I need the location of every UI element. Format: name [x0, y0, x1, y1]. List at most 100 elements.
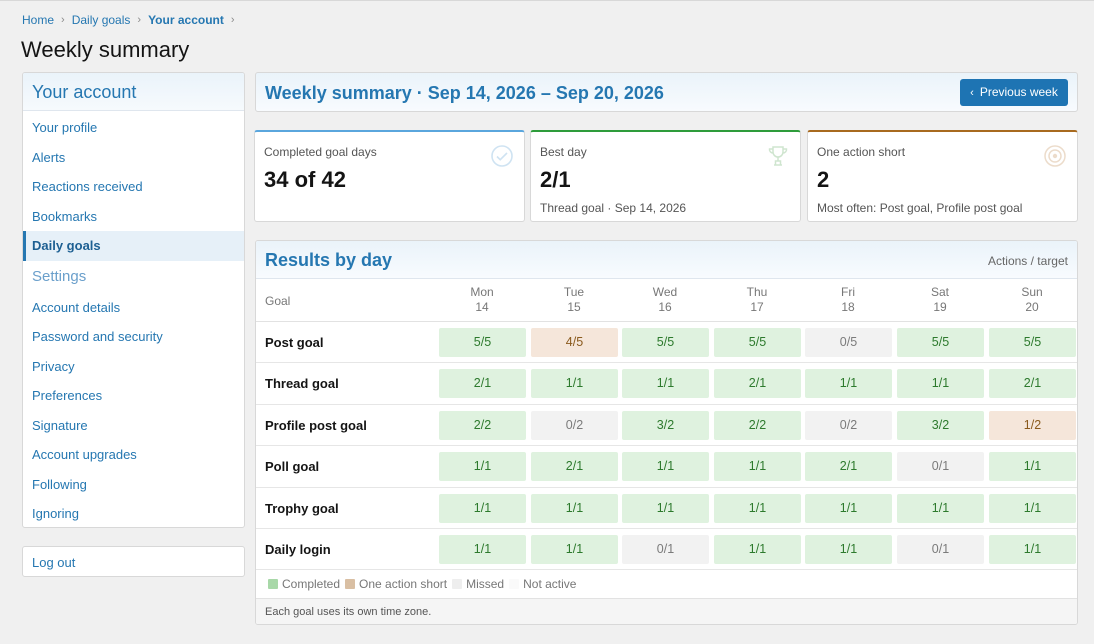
- result-cell: 5/5: [714, 328, 801, 357]
- result-cell: 0/1: [897, 534, 984, 564]
- sidebar-item-reactions-received[interactable]: Reactions received: [23, 172, 244, 202]
- result-cell: 1/1: [439, 452, 526, 482]
- chevron-right-icon: ›: [137, 14, 142, 26]
- goal-name: Poll goal: [265, 459, 320, 475]
- day-name: Mon: [470, 285, 494, 299]
- result-cell: 1/1: [714, 493, 801, 523]
- stat-card-one-action-short: One action short 2 Most often: Post goal…: [807, 130, 1078, 222]
- table-row: Post goal 5/5 4/5 5/5 5/5 0/5 5/5 5/5: [256, 322, 1077, 364]
- result-cell: 4/5: [531, 328, 618, 357]
- result-cell: 1/1: [897, 369, 984, 399]
- stat-label: Best day: [540, 145, 587, 159]
- day-name: Fri: [841, 285, 855, 299]
- day-date: 15: [567, 300, 581, 314]
- legend-item: Completed: [268, 577, 340, 591]
- log-out-link[interactable]: Log out: [22, 546, 245, 577]
- breadcrumb-home[interactable]: Home: [22, 13, 54, 27]
- sidebar-item-bookmarks[interactable]: Bookmarks: [23, 202, 244, 232]
- day-header-thu: Thu 17: [714, 285, 800, 315]
- sidebar-item-daily-goals[interactable]: Daily goals: [23, 231, 244, 261]
- result-cell: 1/1: [989, 534, 1076, 564]
- previous-week-button[interactable]: ‹ Previous week: [960, 79, 1068, 106]
- result-cell: 2/2: [439, 410, 526, 440]
- result-cell: 0/2: [531, 410, 618, 440]
- result-cell: 2/1: [714, 369, 801, 399]
- legend-swatch: [452, 579, 463, 589]
- result-cell: 1/1: [805, 369, 892, 399]
- table-row: Poll goal 1/1 2/1 1/1 1/1 2/1 0/1 1/1: [256, 446, 1077, 488]
- sidebar-item-privacy[interactable]: Privacy: [23, 352, 244, 382]
- goal-name: Thread goal: [265, 376, 339, 392]
- stat-card-best-day: Best day 2/1 Thread goal · Sep 14, 2026: [530, 130, 801, 222]
- sidebar-item-alerts[interactable]: Alerts: [23, 143, 244, 173]
- day-name: Wed: [652, 285, 678, 299]
- result-cell: 5/5: [622, 328, 709, 357]
- day-name: Sat: [930, 285, 949, 299]
- breadcrumb-your-account[interactable]: Your account: [148, 13, 224, 27]
- check-circle-icon: [491, 145, 513, 167]
- result-cell: 1/1: [805, 534, 892, 564]
- weekly-summary-header: Weekly summary · Sep 14, 2026 – Sep 20, …: [255, 72, 1078, 112]
- result-cell: 2/1: [531, 452, 618, 482]
- target-icon: [1044, 145, 1066, 167]
- sidebar-item-ignoring[interactable]: Ignoring: [23, 499, 244, 527]
- time-zone-footnote: Each goal uses its own time zone.: [256, 598, 1077, 624]
- result-cell: 1/1: [439, 493, 526, 523]
- day-header-wed: Wed 16: [622, 285, 708, 315]
- day-date: 20: [1025, 300, 1039, 314]
- day-date: 16: [658, 300, 672, 314]
- goal-name: Trophy goal: [265, 500, 339, 516]
- result-cell: 1/1: [622, 369, 709, 399]
- result-cell: 1/1: [714, 452, 801, 482]
- sidebar-item-account-details[interactable]: Account details: [23, 293, 244, 323]
- result-cell: 1/1: [897, 493, 984, 523]
- stat-value: 2: [817, 167, 830, 192]
- sidebar-item-following[interactable]: Following: [23, 470, 244, 500]
- legend-swatch: [345, 579, 356, 589]
- legend-label: One action short: [359, 577, 448, 591]
- goal-name: Daily login: [265, 541, 331, 557]
- day-header-tue: Tue 15: [531, 285, 617, 315]
- result-cell: 1/1: [989, 452, 1076, 482]
- legend: Completed One action short Missed Not activ…: [268, 577, 581, 591]
- sidebar-item-signature[interactable]: Signature: [23, 411, 244, 441]
- day-name: Thu: [746, 285, 768, 299]
- result-cell: 1/1: [531, 493, 618, 523]
- result-cell: 2/2: [714, 410, 801, 440]
- breadcrumb-daily-goals[interactable]: Daily goals: [72, 13, 131, 27]
- result-cell: 1/1: [989, 493, 1076, 523]
- legend-item: Not active: [509, 577, 576, 591]
- table-row: Thread goal 2/1 1/1 1/1 2/1 1/1 1/1 2/1: [256, 363, 1077, 405]
- result-cell: 3/2: [622, 410, 709, 440]
- account-sidebar: Your account Your profile Alerts Reactio…: [22, 72, 245, 528]
- results-column-headers: Goal Mon 14 Tue 15 Wed 16 Thu 17 Fri 18 Sat 19 Sun 20: [256, 279, 1077, 322]
- legend-item: Missed: [452, 577, 504, 591]
- result-cell: 1/2: [989, 410, 1076, 440]
- sidebar-item-password-security[interactable]: Password and security: [23, 322, 244, 352]
- result-cell: 2/1: [805, 452, 892, 482]
- day-name: Tue: [563, 285, 585, 299]
- stat-label: One action short: [817, 145, 906, 159]
- legend-swatch: [509, 579, 520, 589]
- sidebar-item-account-upgrades[interactable]: Account upgrades: [23, 440, 244, 470]
- legend-label: Completed: [282, 577, 341, 591]
- results-hint: Actions / target: [987, 254, 1068, 268]
- result-cell: 1/1: [531, 534, 618, 564]
- previous-week-label: Previous week: [979, 85, 1058, 99]
- page-title: Weekly summary: [21, 37, 190, 62]
- sidebar-item-preferences[interactable]: Preferences: [23, 381, 244, 411]
- chevron-left-icon: ‹: [970, 87, 974, 99]
- stat-value: 34 of 42: [264, 167, 346, 192]
- day-name: Sun: [1021, 285, 1043, 299]
- result-cell: 0/1: [622, 534, 709, 564]
- day-date: 18: [841, 300, 855, 314]
- result-cell: 1/1: [622, 493, 709, 523]
- top-border: [0, 0, 1094, 1]
- result-cell: 0/1: [897, 452, 984, 482]
- trophy-icon: [768, 146, 788, 166]
- stat-card-completed: Completed goal days 34 of 42: [254, 130, 525, 222]
- weekly-summary-title: Weekly summary · Sep 14, 2026 – Sep 20, …: [265, 83, 664, 103]
- sidebar-section-settings: Settings: [32, 267, 87, 285]
- day-date: 19: [933, 300, 947, 314]
- sidebar-item-your-profile[interactable]: Your profile: [23, 113, 244, 143]
